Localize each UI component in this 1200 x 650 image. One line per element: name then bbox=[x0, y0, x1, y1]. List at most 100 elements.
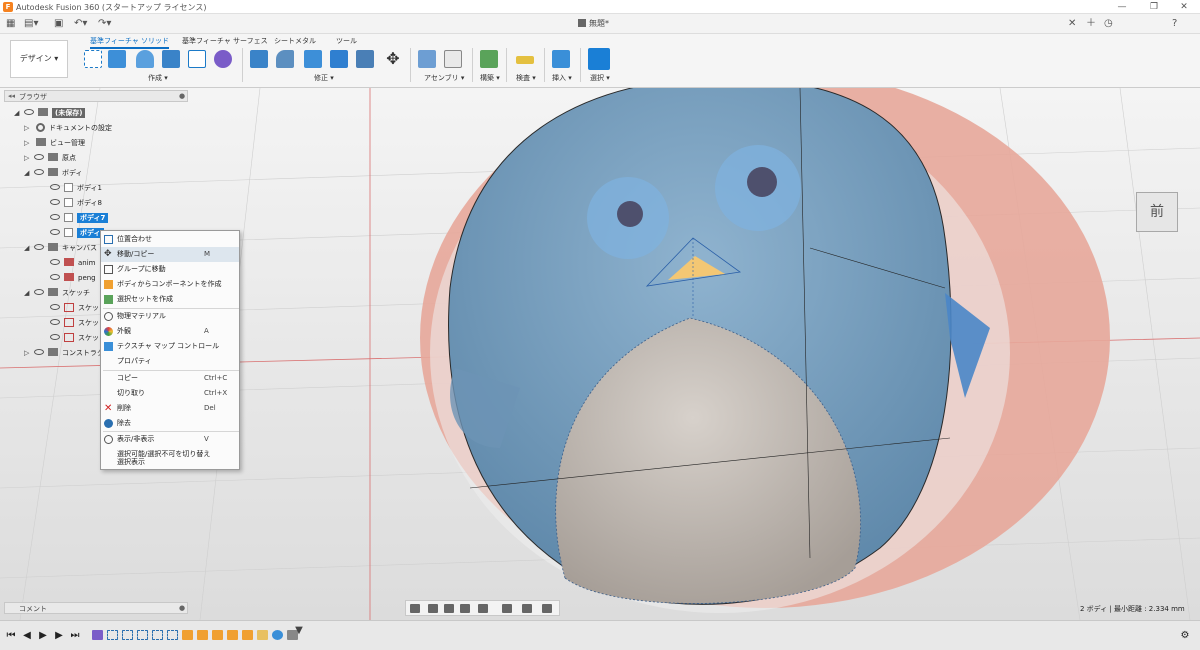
timeline-feature-sketch[interactable] bbox=[107, 630, 118, 640]
menu-item-find-in-window[interactable]: 選択表示 bbox=[101, 455, 239, 470]
tab-tools[interactable]: ツール bbox=[336, 36, 357, 46]
tree-item-sketch[interactable]: スケッ bbox=[48, 331, 99, 345]
tree-item-bodies[interactable]: ◢ ボディ bbox=[24, 166, 83, 180]
grid-menu-icon[interactable]: ▦ bbox=[6, 17, 15, 31]
visibility-eye-icon[interactable] bbox=[50, 229, 60, 235]
visibility-eye-icon[interactable] bbox=[34, 154, 44, 160]
tree-item-origin[interactable]: ▷ 原点 bbox=[24, 151, 76, 165]
visibility-eye-icon[interactable] bbox=[50, 304, 60, 310]
visibility-eye-icon[interactable] bbox=[50, 319, 60, 325]
expand-icon[interactable]: ◢ bbox=[24, 166, 32, 180]
press-pull-icon[interactable] bbox=[250, 50, 268, 68]
visibility-eye-icon[interactable] bbox=[50, 334, 60, 340]
minimize-button[interactable]: — bbox=[1110, 1, 1134, 13]
visibility-eye-icon[interactable] bbox=[50, 214, 60, 220]
visibility-eye-icon[interactable] bbox=[50, 274, 60, 280]
timeline-feature-sketch[interactable] bbox=[137, 630, 148, 640]
tab-solid[interactable]: 基準フィーチャ ソリッド bbox=[90, 36, 170, 49]
maximize-button[interactable]: ❐ bbox=[1142, 1, 1166, 13]
menu-item-cut[interactable]: 切り取り Ctrl+X bbox=[101, 386, 239, 401]
expand-icon[interactable]: ▷ bbox=[24, 151, 32, 165]
display-settings-icon[interactable] bbox=[502, 604, 512, 613]
timeline-feature-body[interactable] bbox=[272, 630, 283, 640]
timeline-next-icon[interactable]: ▶ bbox=[54, 630, 64, 642]
tree-item-body1[interactable]: ボディ1 bbox=[48, 181, 102, 195]
combine-icon[interactable] bbox=[330, 50, 348, 68]
timeline-feature-sketch[interactable] bbox=[167, 630, 178, 640]
tree-item-views[interactable]: ▷ ビュー管理 bbox=[24, 136, 85, 150]
fit-icon[interactable] bbox=[478, 604, 488, 613]
shell-icon[interactable] bbox=[356, 50, 374, 68]
timeline-settings-gear-icon[interactable]: ⚙ bbox=[1180, 630, 1190, 642]
visibility-eye-icon[interactable] bbox=[24, 109, 34, 115]
tree-item-canvas-anim[interactable]: anim bbox=[48, 256, 96, 270]
look-at-icon[interactable] bbox=[428, 604, 438, 613]
menu-item-create-selection-set[interactable]: 選択セットを作成 bbox=[101, 292, 239, 307]
new-component-icon[interactable] bbox=[418, 50, 436, 68]
timeline-first-icon[interactable]: ⏮ bbox=[6, 630, 16, 642]
tab-surface[interactable]: 基準フィーチャ サーフェス bbox=[182, 36, 268, 46]
job-status-icon[interactable]: ◷ bbox=[1104, 17, 1113, 31]
expand-icon[interactable]: ▷ bbox=[24, 121, 32, 135]
close-window-button[interactable]: ✕ bbox=[1172, 1, 1196, 13]
measure-icon[interactable] bbox=[516, 56, 534, 64]
menu-item-properties[interactable]: プロパティ bbox=[101, 354, 239, 369]
tree-item-body8[interactable]: ボディ8 bbox=[48, 196, 102, 210]
menu-item-remove[interactable]: 除去 bbox=[101, 416, 239, 431]
menu-item-move-to-group[interactable]: グループに移動 bbox=[101, 262, 239, 277]
tree-item-canvas-peng[interactable]: peng bbox=[48, 271, 96, 285]
expand-icon[interactable]: ◢ bbox=[24, 241, 32, 255]
tree-item-doc-settings[interactable]: ▷ ドキュメントの設定 bbox=[24, 121, 112, 135]
expand-icon[interactable]: ◢ bbox=[14, 106, 22, 120]
menu-item-physical-material[interactable]: 物理マテリアル bbox=[101, 309, 239, 324]
inspect-group-label[interactable]: 検査 ▾ bbox=[516, 73, 536, 83]
create-group-label[interactable]: 作成 ▾ bbox=[148, 73, 168, 83]
visibility-eye-icon[interactable] bbox=[50, 199, 60, 205]
tree-item-sketch[interactable]: スケッ bbox=[48, 301, 99, 315]
timeline-play-icon[interactable]: ▶ bbox=[38, 630, 48, 642]
timeline-feature-canvas[interactable] bbox=[227, 630, 238, 640]
menu-item-create-component[interactable]: ボディからコンポーネントを作成 bbox=[101, 277, 239, 292]
timeline-marker-icon[interactable]: ▼ bbox=[294, 625, 304, 637]
joint-icon[interactable] bbox=[444, 50, 462, 68]
timeline-feature-mesh[interactable] bbox=[92, 630, 103, 640]
document-tab[interactable]: 無題* bbox=[578, 17, 609, 31]
browser-pin-icon[interactable]: ● bbox=[179, 92, 185, 100]
timeline-feature-sketch[interactable] bbox=[122, 630, 133, 640]
pan-hand-icon[interactable] bbox=[444, 604, 454, 613]
tree-item-body7[interactable]: ボディ7 bbox=[48, 211, 109, 225]
timeline-feature-canvas[interactable] bbox=[242, 630, 253, 640]
menu-item-align[interactable]: 位置合わせ bbox=[101, 232, 239, 247]
orbit-icon[interactable] bbox=[410, 604, 420, 613]
timeline-previous-icon[interactable]: ◀ bbox=[22, 630, 32, 642]
chamfer-icon[interactable] bbox=[304, 50, 322, 68]
tree-item-construction[interactable]: ▷ コンストラク bbox=[24, 346, 104, 360]
expand-icon[interactable]: ▷ bbox=[24, 136, 32, 150]
visibility-eye-icon[interactable] bbox=[34, 289, 44, 295]
timeline-feature-sketch[interactable] bbox=[152, 630, 163, 640]
menu-item-delete[interactable]: ✕ 削除 Del bbox=[101, 401, 239, 416]
timeline-feature-form[interactable] bbox=[257, 630, 268, 640]
redo-icon[interactable]: ↷▾ bbox=[98, 17, 111, 31]
tree-item-sketch[interactable]: スケッ bbox=[48, 316, 99, 330]
close-tab-icon[interactable]: ✕ bbox=[1068, 17, 1076, 31]
tab-sheetmetal[interactable]: シートメタル bbox=[274, 36, 316, 46]
timeline-last-icon[interactable]: ⏭ bbox=[70, 630, 80, 642]
form-icon[interactable] bbox=[188, 50, 206, 68]
collapse-browser-icon[interactable]: ◂◂ bbox=[8, 92, 15, 100]
menu-item-texture-map[interactable]: テクスチャ マップ コントロール bbox=[101, 339, 239, 354]
zoom-icon[interactable] bbox=[460, 604, 470, 613]
viewports-icon[interactable] bbox=[542, 604, 552, 613]
insert-image-icon[interactable] bbox=[552, 50, 570, 68]
select-icon[interactable] bbox=[588, 48, 610, 70]
move-icon[interactable]: ✥ bbox=[384, 50, 402, 68]
menu-item-show-hide[interactable]: 表示/非表示 V bbox=[101, 432, 239, 447]
comments-panel-header[interactable]: コメント ● bbox=[4, 602, 188, 614]
menu-item-move-copy[interactable]: ✥ 移動/コピー M bbox=[101, 247, 239, 262]
insert-mesh-icon[interactable] bbox=[214, 50, 232, 68]
tree-item-body-selected[interactable]: ボディ bbox=[48, 226, 104, 240]
menu-item-appearance[interactable]: 外観 A bbox=[101, 324, 239, 339]
assemble-group-label[interactable]: アセンブリ ▾ bbox=[424, 73, 464, 83]
visibility-eye-icon[interactable] bbox=[50, 184, 60, 190]
grid-settings-icon[interactable] bbox=[522, 604, 532, 613]
